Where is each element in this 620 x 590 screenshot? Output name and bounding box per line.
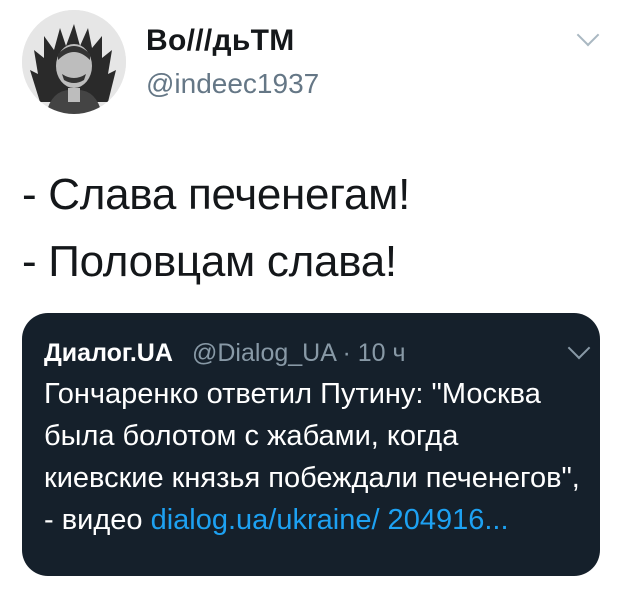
quoted-tweet-card[interactable]: Диалог.UA @Dialog_UA · 10 ч Гончаренко о… <box>22 313 600 576</box>
quoted-chevron-down-icon[interactable] <box>567 336 591 360</box>
quoted-tweet-link[interactable]: dialog.ua/ukraine/ 204916... <box>151 504 509 536</box>
quoted-author-name[interactable]: Диалог.UA <box>44 339 173 368</box>
quoted-author-meta: @Dialog_UA · 10 ч <box>192 339 406 367</box>
author-handle[interactable]: @indeec1937 <box>146 68 319 100</box>
avatar-portrait-icon <box>22 10 126 114</box>
chevron-down-icon[interactable] <box>576 23 600 47</box>
author-name[interactable]: Во///дьTM <box>146 24 295 58</box>
quoted-tweet-text: Гончаренко ответил Путину: "Москва была … <box>44 373 584 541</box>
tweet-text-line-1: - Слава печенегам! <box>22 170 411 219</box>
avatar[interactable] <box>22 10 126 114</box>
tweet-text-line-2: - Половцам слава! <box>22 237 397 286</box>
